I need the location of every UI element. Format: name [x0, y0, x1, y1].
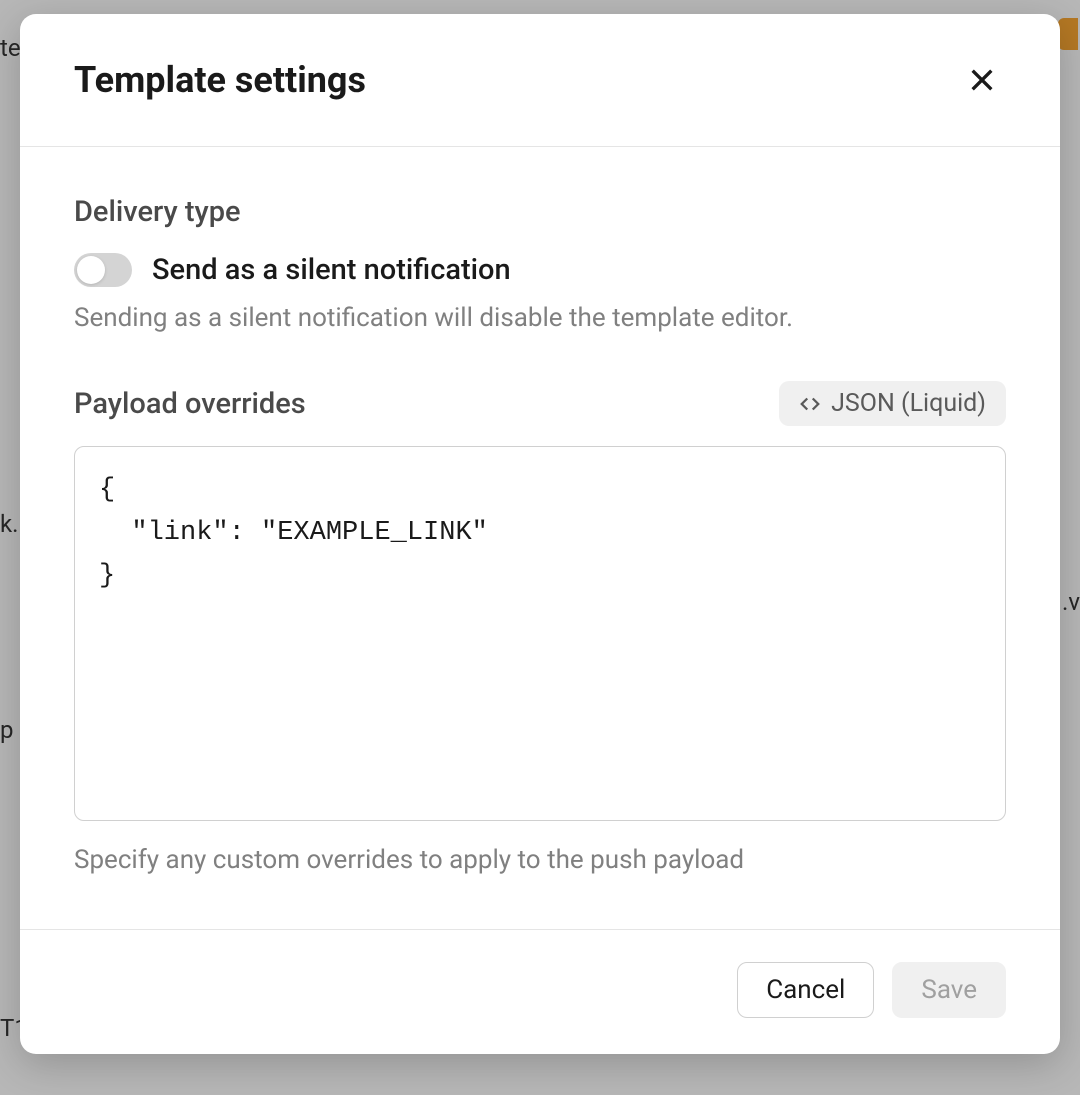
payload-header-row: Payload overrides JSON (Liquid)	[74, 381, 1006, 426]
payload-overrides-heading: Payload overrides	[74, 387, 306, 421]
template-settings-modal: Template settings Delivery type Send as …	[20, 14, 1060, 1054]
modal-footer: Cancel Save	[20, 929, 1060, 1054]
delivery-helper-text: Sending as a silent notification will di…	[74, 303, 1006, 333]
close-icon	[966, 64, 998, 96]
toggle-knob	[77, 256, 105, 284]
modal-body: Delivery type Send as a silent notificat…	[20, 147, 1060, 929]
payload-editor[interactable]	[74, 446, 1006, 821]
format-selector[interactable]: JSON (Liquid)	[779, 381, 1006, 426]
format-label: JSON (Liquid)	[831, 389, 986, 418]
modal-overlay: Template settings Delivery type Send as …	[0, 0, 1080, 1095]
save-button[interactable]: Save	[892, 962, 1006, 1018]
modal-title: Template settings	[74, 59, 366, 101]
cancel-button[interactable]: Cancel	[737, 962, 874, 1018]
silent-notification-row: Send as a silent notification	[74, 253, 1006, 287]
payload-helper-text: Specify any custom overrides to apply to…	[74, 845, 1006, 875]
silent-notification-label: Send as a silent notification	[152, 253, 511, 287]
silent-notification-toggle[interactable]	[74, 253, 132, 287]
modal-header: Template settings	[20, 14, 1060, 147]
close-button[interactable]	[958, 56, 1006, 104]
delivery-type-heading: Delivery type	[74, 195, 1006, 229]
code-icon	[799, 393, 821, 415]
